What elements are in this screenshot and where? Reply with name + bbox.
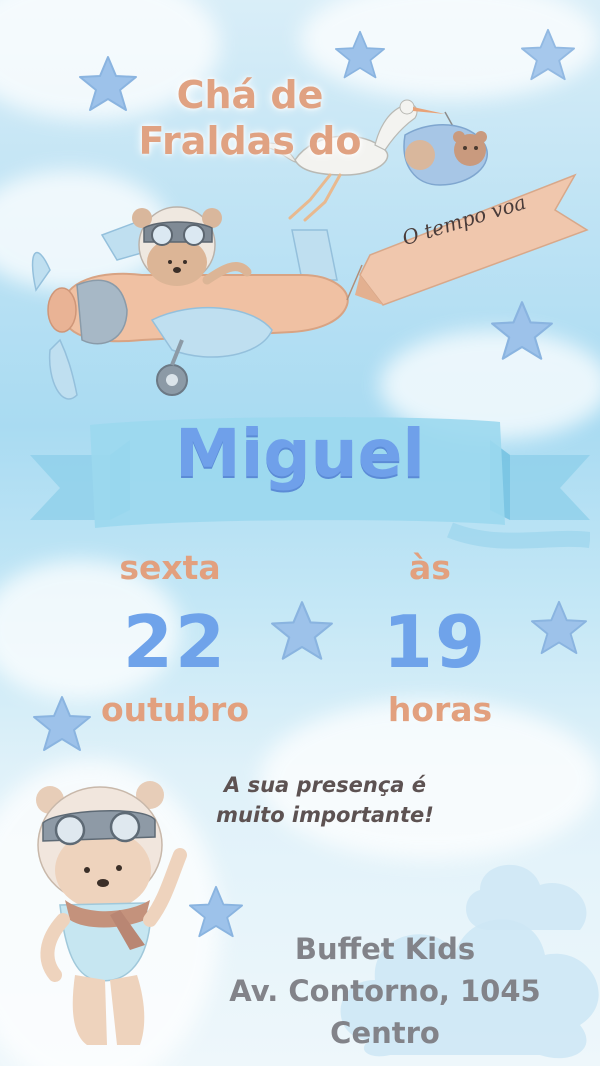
message-line-2: muito importante! bbox=[216, 803, 434, 827]
invitation-message: A sua presença é muito importante! bbox=[185, 770, 465, 830]
venue-address: Buffet Kids Av. Contorno, 1045 Centro bbox=[205, 928, 565, 1054]
hour-label: horas bbox=[387, 690, 493, 729]
time-prefix: às bbox=[409, 548, 451, 587]
star-icon bbox=[521, 28, 575, 81]
hour-number: 19 bbox=[382, 600, 488, 684]
invitation-card: O tempo voa Chá de Fraldas do Miguel sex… bbox=[0, 0, 600, 1066]
page-title: Chá de Fraldas do bbox=[110, 72, 390, 164]
baby-name: Miguel bbox=[175, 415, 425, 492]
month: outubro bbox=[100, 690, 249, 729]
ribbon-icon bbox=[355, 173, 589, 306]
venue-street: Av. Contorno, 1045 bbox=[229, 974, 541, 1008]
venue-district: Centro bbox=[330, 1016, 440, 1050]
bear-icon bbox=[36, 781, 187, 1045]
day-number: 22 bbox=[122, 600, 228, 684]
venue-name: Buffet Kids bbox=[294, 932, 476, 966]
title-line-2: Fraldas do bbox=[138, 119, 362, 163]
title-line-1: Chá de bbox=[176, 73, 324, 117]
day-of-week: sexta bbox=[119, 548, 221, 587]
star-icon bbox=[531, 600, 587, 655]
message-line-1: A sua presença é bbox=[224, 773, 426, 797]
star-icon bbox=[271, 601, 333, 660]
airplane-icon bbox=[31, 206, 363, 400]
